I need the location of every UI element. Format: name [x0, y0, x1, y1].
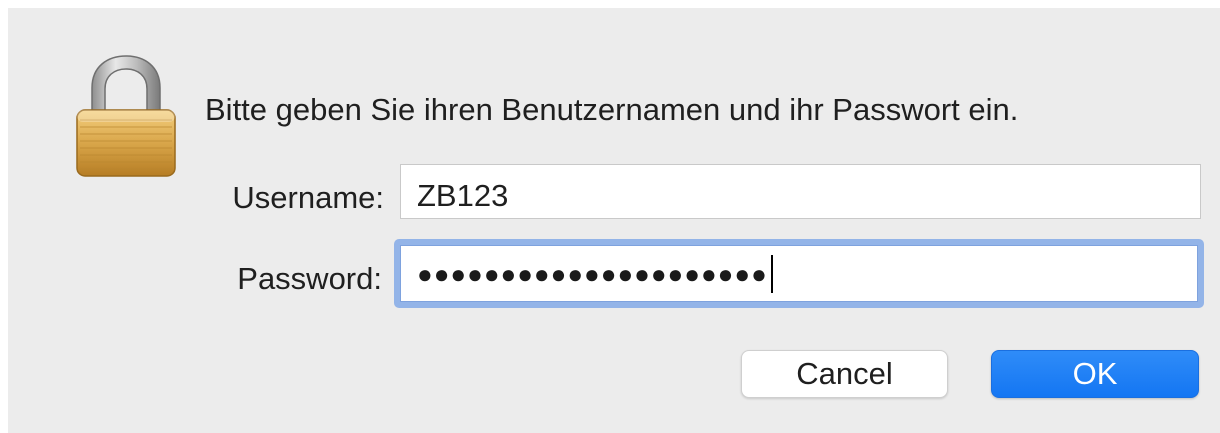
password-label: Password:: [237, 261, 382, 296]
dialog-message: Bitte geben Sie ihren Benutzernamen und …: [205, 92, 1019, 127]
cancel-button[interactable]: Cancel: [741, 350, 948, 398]
username-field[interactable]: ZB123: [400, 164, 1201, 219]
padlock-icon: [76, 55, 176, 177]
text-caret: [770, 254, 773, 293]
username-label: Username:: [232, 180, 384, 215]
ok-button[interactable]: OK: [991, 350, 1199, 398]
password-masked-value: ●●●●●●●●●●●●●●●●●●●●●: [417, 258, 768, 289]
login-dialog: Bitte geben Sie ihren Benutzernamen und …: [8, 8, 1220, 433]
password-field[interactable]: ●●●●●●●●●●●●●●●●●●●●●: [400, 245, 1198, 302]
